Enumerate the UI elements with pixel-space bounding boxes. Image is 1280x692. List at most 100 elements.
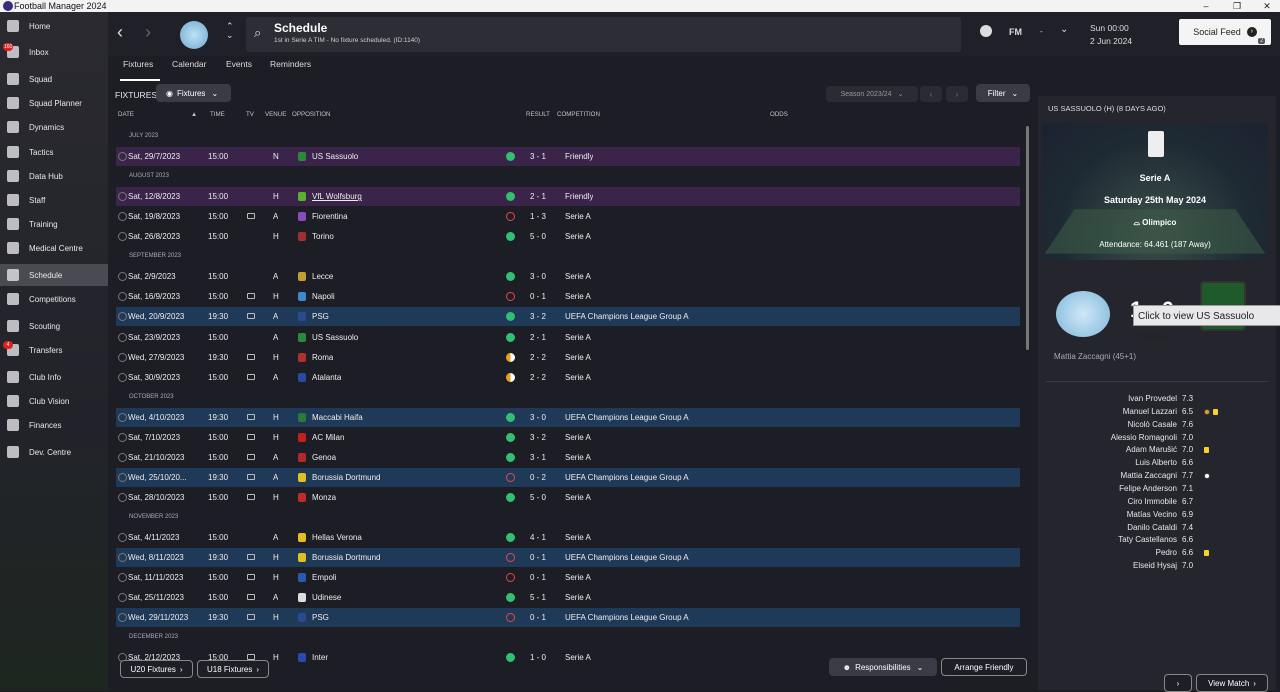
col-time[interactable]: TIME — [210, 111, 225, 118]
col-odds[interactable]: ODDS — [770, 111, 788, 118]
fixture-opposition[interactable]: Hellas Verona — [312, 528, 362, 547]
search-bar[interactable]: ⌕ — [246, 17, 961, 52]
sidebar-item-squad-planner[interactable]: Squad Planner — [0, 92, 108, 114]
fixtures-view-dropdown[interactable]: ◉ Fixtures ⌄ — [156, 84, 231, 102]
fixture-opposition[interactable]: PSG — [312, 307, 329, 326]
close-icon[interactable]: ✕ — [1254, 0, 1280, 12]
player-name[interactable]: Nicolò Casale — [1038, 420, 1177, 429]
tab-calendar[interactable]: Calendar — [172, 59, 207, 75]
fixture-opposition[interactable]: Maccabi Haifa — [312, 408, 363, 427]
fixture-row[interactable]: Sat, 28/10/2023 15:00 H Monza 5 - 0 Serie A — [116, 488, 1020, 507]
fixture-opposition[interactable]: Monza — [312, 488, 336, 507]
col-venue[interactable]: VENUE — [265, 111, 286, 118]
fixture-opposition[interactable]: Fiorentina — [312, 207, 348, 226]
chevron-down-icon[interactable]: ⌄ — [1060, 24, 1068, 35]
game-date[interactable]: Sun 00:00 2 Jun 2024 — [1090, 22, 1132, 48]
sidebar-item-transfers[interactable]: Transfers 4 — [0, 339, 108, 361]
col-opposition[interactable]: OPPOSITION — [292, 111, 331, 118]
sidebar-item-inbox[interactable]: Inbox 160 — [0, 41, 108, 63]
fixture-opposition[interactable]: Atalanta — [312, 368, 341, 387]
col-competition[interactable]: COMPETITION — [557, 111, 600, 118]
fixture-opposition[interactable]: AC Milan — [312, 428, 344, 447]
responsibilities-button[interactable]: ☻ Responsibilities ⌄ — [829, 658, 937, 676]
sidebar-item-squad[interactable]: Squad — [0, 68, 108, 90]
sidebar-item-dev-centre[interactable]: Dev. Centre — [0, 441, 108, 463]
fixture-opposition[interactable]: Udinese — [312, 588, 341, 607]
fixture-row[interactable]: Wed, 20/9/2023 19:30 A PSG 3 - 2 UEFA Champio… — [116, 307, 1020, 327]
tab-reminders[interactable]: Reminders — [270, 59, 311, 75]
fixture-row[interactable]: Sat, 12/8/2023 15:00 H VfL Wolfsburg 2 - 1 Fr… — [116, 187, 1020, 207]
fixture-row[interactable]: Wed, 8/11/2023 19:30 H Borussia Dortmund 0 -… — [116, 548, 1020, 568]
fixture-opposition[interactable]: Roma — [312, 348, 333, 367]
season-next-button[interactable]: › — [946, 86, 968, 102]
fixture-opposition[interactable]: US Sassuolo — [312, 147, 358, 166]
sidebar-item-dynamics[interactable]: Dynamics — [0, 116, 108, 138]
fixture-row[interactable]: Sat, 16/9/2023 15:00 H Napoli 0 - 1 Serie A — [116, 287, 1020, 306]
player-name[interactable]: Taty Castellanos — [1038, 535, 1177, 544]
sidebar-item-data-hub[interactable]: Data Hub — [0, 165, 108, 187]
fixture-row[interactable]: Sat, 7/10/2023 15:00 H AC Milan 3 - 2 Serie A — [116, 428, 1020, 447]
col-date[interactable]: DATE — [118, 111, 134, 118]
fixture-opposition[interactable]: Empoli — [312, 568, 336, 587]
u18-fixtures-button[interactable]: U18 Fixtures › — [197, 660, 269, 678]
player-name[interactable]: Danilo Cataldi — [1038, 523, 1177, 532]
sidebar-item-club-info[interactable]: Club Info — [0, 366, 108, 388]
fixture-row[interactable]: Sat, 25/11/2023 15:00 A Udinese 5 - 1 Serie A — [116, 588, 1020, 607]
fixture-row[interactable]: Sat, 11/11/2023 15:00 H Empoli 0 - 1 Serie A — [116, 568, 1020, 587]
player-name[interactable]: Alessio Romagnoli — [1038, 433, 1177, 442]
lazio-crest-icon[interactable] — [1056, 291, 1110, 337]
fixture-opposition[interactable]: Napoli — [312, 287, 335, 306]
tab-fixtures[interactable]: Fixtures — [123, 59, 153, 75]
player-name[interactable]: Felipe Anderson — [1038, 484, 1177, 493]
fixture-row[interactable]: Sat, 21/10/2023 15:00 A Genoa 3 - 1 Serie A — [116, 448, 1020, 467]
player-name[interactable]: Ivan Provedel — [1038, 394, 1177, 403]
fixture-opposition[interactable]: VfL Wolfsburg — [312, 187, 362, 206]
fixture-opposition[interactable]: Borussia Dortmund — [312, 548, 380, 567]
sidebar-item-finances[interactable]: Finances — [0, 414, 108, 436]
player-name[interactable]: Luis Alberto — [1038, 458, 1177, 467]
fixture-row[interactable]: Sat, 19/8/2023 15:00 A Fiorentina 1 - 3 Serie… — [116, 207, 1020, 226]
club-crest-icon[interactable] — [180, 21, 208, 49]
fixture-row[interactable]: Sat, 29/7/2023 15:00 N US Sassuolo 3 - 1 Frie… — [116, 147, 1020, 167]
minimize-icon[interactable]: – — [1193, 0, 1219, 12]
player-name[interactable]: Mattia Zaccagni — [1038, 471, 1177, 480]
fixture-opposition[interactable]: Lecce — [312, 267, 333, 286]
maximize-icon[interactable]: ❐ — [1224, 0, 1250, 12]
fixture-row[interactable]: Sat, 2/9/2023 15:00 A Lecce 3 - 0 Serie A — [116, 267, 1020, 286]
sidebar-item-tactics[interactable]: Tactics — [0, 141, 108, 163]
sidebar-item-schedule[interactable]: Schedule — [0, 264, 108, 286]
player-name[interactable]: Manuel Lazzari — [1038, 407, 1177, 416]
season-prev-button[interactable]: ‹ — [920, 86, 942, 102]
view-match-button[interactable]: View Match › — [1196, 674, 1268, 692]
player-name[interactable]: Pedro — [1038, 548, 1177, 557]
player-name[interactable]: Matías Vecino — [1038, 510, 1177, 519]
scrollbar[interactable] — [1026, 126, 1029, 350]
fixture-opposition[interactable]: US Sassuolo — [312, 328, 358, 347]
sidebar-item-club-vision[interactable]: Club Vision — [0, 390, 108, 412]
filter-button[interactable]: Filter ⌄ — [976, 84, 1030, 102]
fixture-row[interactable]: Wed, 4/10/2023 19:30 H Maccabi Haifa 3 - 0 UE… — [116, 407, 1020, 427]
fixture-row[interactable]: Wed, 27/9/2023 19:30 H Roma 2 - 2 Serie A — [116, 348, 1020, 367]
fixture-opposition[interactable]: Genoa — [312, 448, 336, 467]
player-name[interactable]: Adam Marušić — [1038, 445, 1177, 454]
season-dropdown[interactable]: Season 2023/24 ⌄ — [826, 86, 918, 102]
club-switch-icon[interactable]: ⌃ ⌄ — [226, 22, 234, 40]
ball-icon[interactable] — [980, 25, 992, 37]
sidebar-item-medical-centre[interactable]: Medical Centre — [0, 237, 108, 259]
tab-events[interactable]: Events — [226, 59, 252, 75]
sidebar-item-training[interactable]: Training — [0, 213, 108, 235]
fixture-opposition[interactable]: PSG — [312, 608, 329, 627]
next-button[interactable]: › — [1164, 674, 1192, 692]
sidebar-item-staff[interactable]: Staff — [0, 189, 108, 211]
col-result[interactable]: RESULT — [526, 111, 550, 118]
back-arrow-icon[interactable]: ‹ — [117, 22, 123, 43]
fixture-opposition[interactable]: Torino — [312, 227, 334, 246]
fixture-row[interactable]: Sat, 30/9/2023 15:00 A Atalanta 2 - 2 Serie A — [116, 368, 1020, 387]
fixture-row[interactable]: Sat, 4/11/2023 15:00 A Hellas Verona 4 - 1 Se… — [116, 528, 1020, 547]
sidebar-item-home[interactable]: Home — [0, 15, 108, 37]
sidebar-item-scouting[interactable]: Scouting — [0, 315, 108, 337]
sidebar-item-competitions[interactable]: Competitions — [0, 288, 108, 310]
player-name[interactable]: Elseid Hysaj — [1038, 561, 1177, 570]
forward-arrow-icon[interactable]: › — [145, 22, 151, 43]
fixture-opposition[interactable]: Inter — [312, 648, 328, 667]
